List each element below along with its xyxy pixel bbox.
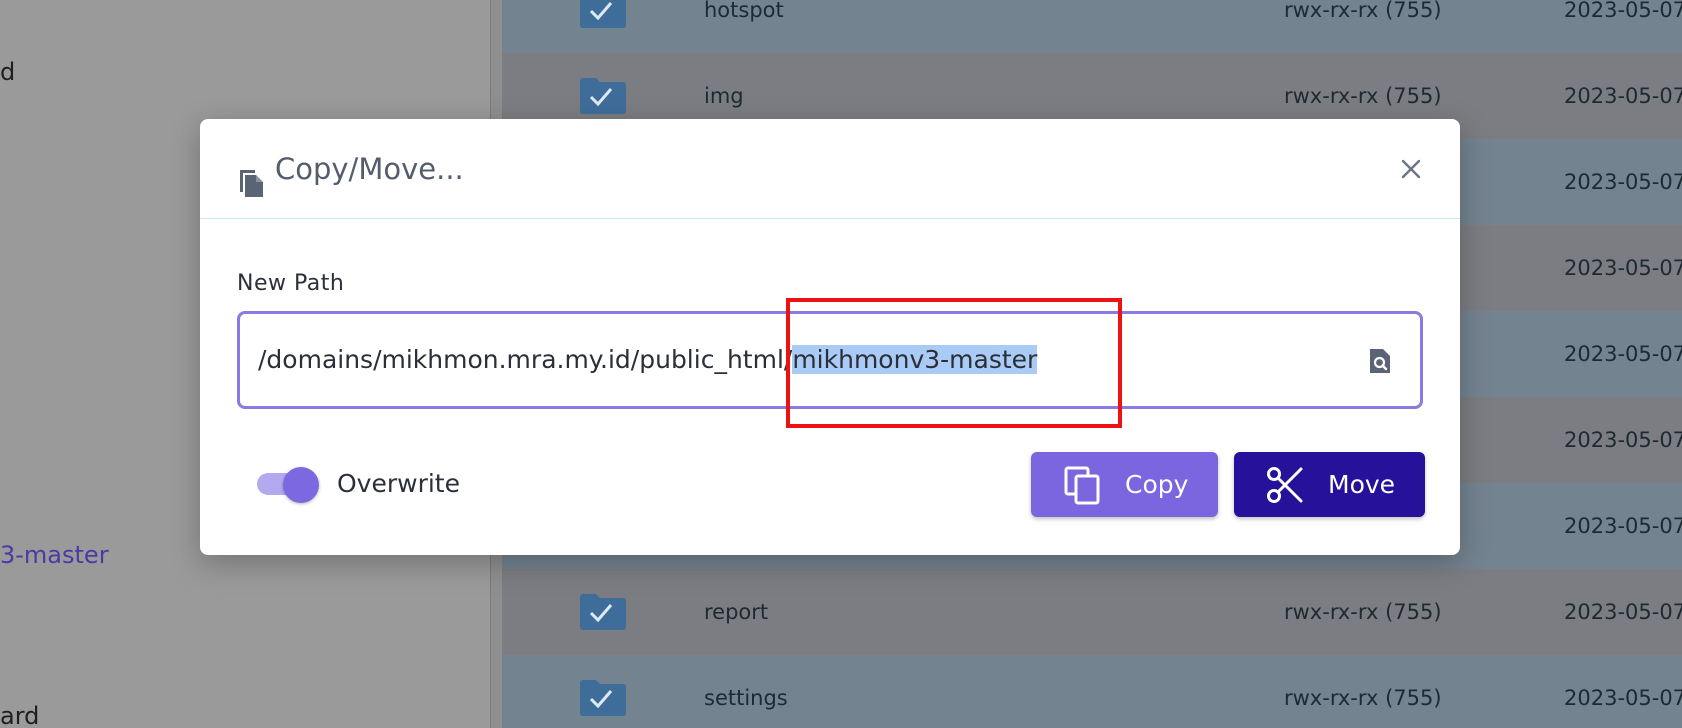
new-path-input[interactable]: /domains/mikhmon.mra.my.id/public_html/m… [237, 311, 1423, 409]
file-copy-icon [240, 170, 263, 197]
new-path-label: New Path [237, 271, 345, 296]
dialog-header: Copy/Move... [200, 119, 1460, 219]
file-date: 2023-05-07 [1564, 170, 1682, 194]
file-permissions: rwx-rx-rx (755) [1284, 0, 1442, 22]
copy-icon [1064, 466, 1100, 505]
file-date: 2023-05-07 [1564, 600, 1682, 624]
file-date: 2023-05-07 [1564, 686, 1682, 710]
file-date: 2023-05-07 [1564, 256, 1682, 280]
file-row[interactable]: report rwx-rx-rx (755) 2023-05-07 [502, 569, 1682, 655]
folder-check-icon [580, 78, 626, 114]
dialog-title: Copy/Move... [275, 152, 464, 186]
copy-move-dialog: Copy/Move... New Path /domains/mikhmon.m… [200, 119, 1460, 555]
file-date: 2023-05-07 [1564, 514, 1682, 538]
file-search-icon[interactable] [1368, 347, 1392, 375]
copy-button[interactable]: Copy [1031, 452, 1218, 517]
move-button[interactable]: Move [1234, 452, 1425, 517]
file-name: hotspot [704, 0, 784, 22]
path-prefix: /domains/mikhmon.mra.my.id/public_html/ [258, 345, 793, 374]
copy-button-label: Copy [1125, 470, 1189, 499]
folder-check-icon [580, 680, 626, 716]
toggle-knob [283, 467, 319, 503]
sidebar-item-active[interactable]: 3-master [0, 541, 109, 569]
file-row[interactable]: hotspot rwx-rx-rx (755) 2023-05-07 [502, 0, 1682, 53]
close-icon[interactable] [1400, 158, 1422, 180]
file-permissions: rwx-rx-rx (755) [1284, 600, 1442, 624]
file-permissions: rwx-rx-rx (755) [1284, 686, 1442, 710]
folder-check-icon [580, 594, 626, 630]
file-date: 2023-05-07 [1564, 428, 1682, 452]
overwrite-label: Overwrite [337, 469, 460, 498]
file-date: 2023-05-07 [1564, 342, 1682, 366]
file-name: settings [704, 686, 788, 710]
sidebar-item[interactable]: ard [0, 702, 39, 728]
overwrite-toggle[interactable] [257, 465, 319, 503]
file-name: report [704, 600, 769, 624]
folder-check-icon [580, 0, 626, 28]
file-date: 2023-05-07 [1564, 0, 1682, 22]
path-input-value[interactable]: /domains/mikhmon.mra.my.id/public_html/m… [258, 314, 1038, 406]
move-button-label: Move [1328, 470, 1396, 499]
sidebar-item[interactable]: d [0, 58, 15, 86]
file-date: 2023-05-07 [1564, 84, 1682, 108]
path-selected-text: mikhmonv3-master [792, 345, 1038, 374]
scissors-icon [1267, 467, 1303, 503]
file-row[interactable]: settings rwx-rx-rx (755) 2023-05-07 [502, 655, 1682, 728]
